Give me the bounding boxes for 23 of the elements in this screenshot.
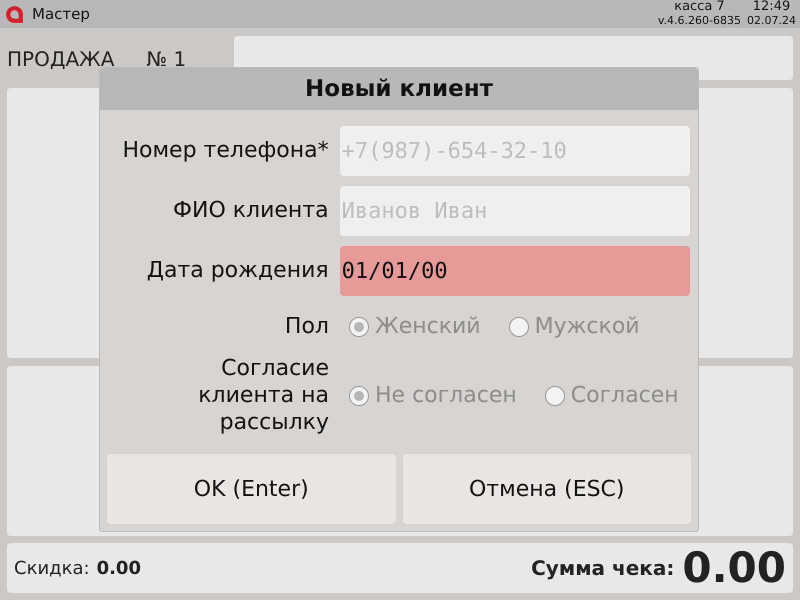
radio-option[interactable]: Согласен: [544, 379, 679, 412]
version-label: v.4.6.260-6835: [658, 14, 742, 28]
clock-time: 12:49: [752, 0, 792, 14]
field-label: Согласие клиента на рассылку: [197, 355, 329, 436]
field-label: ФИО клиента: [172, 198, 329, 224]
field-label: Дата рождения: [146, 258, 329, 284]
total-value: 0.00: [682, 546, 786, 590]
radio-option[interactable]: Женский: [349, 310, 481, 343]
dialog-title: Новый клиент: [100, 68, 698, 110]
discount-label: Скидка:: [14, 556, 90, 580]
dialog-button[interactable]: OK (Enter): [107, 454, 396, 524]
logo-icon: [4, 4, 25, 24]
radio-option[interactable]: Не согласен: [349, 379, 517, 412]
discount-value: 0.00: [96, 556, 141, 580]
total-label: Сумма чека:: [531, 555, 674, 582]
radio-option[interactable]: Мужской: [508, 310, 640, 343]
register-label: касса 7: [673, 0, 726, 14]
field-label: Номер телефона*: [121, 138, 329, 164]
input-field[interactable]: 01/01/00: [340, 246, 690, 296]
date-label: 02.07.24: [747, 14, 796, 28]
field-label: Пол: [284, 313, 329, 340]
dialog-button[interactable]: Отмена (ESC): [402, 454, 691, 524]
app-name: Мастер: [32, 4, 90, 25]
